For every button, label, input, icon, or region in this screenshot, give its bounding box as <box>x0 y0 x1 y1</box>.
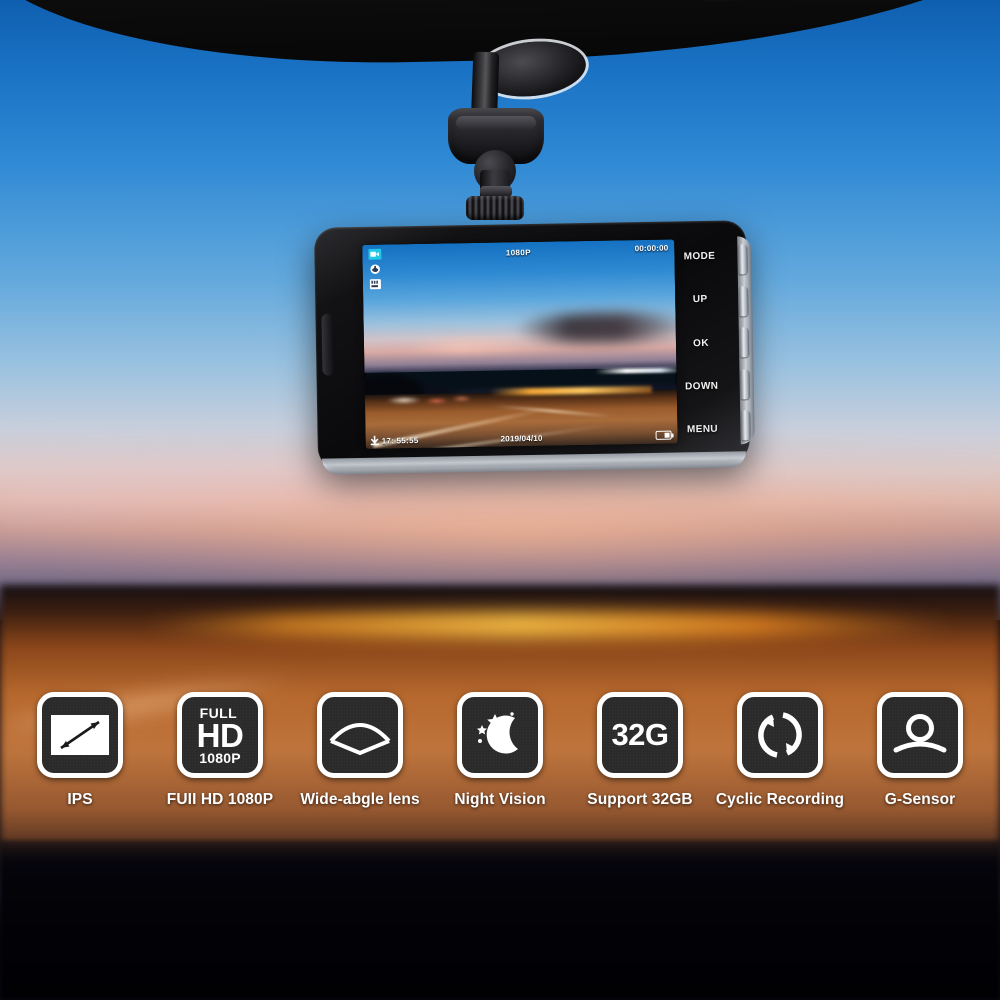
feature-night-vision: Night Vision <box>430 692 570 809</box>
full-hd-bottom-text: 1080P <box>199 749 241 766</box>
feature-full-hd: FULL HD 1080P FUII HD 1080P <box>150 692 290 809</box>
menu-button[interactable]: MENU <box>687 424 718 436</box>
dash-cam-device: 1080P 00:00:00 17: 55:55 2019/04/10 MODE… <box>313 220 755 475</box>
mode-button[interactable]: MODE <box>684 251 716 263</box>
thumb-screw <box>466 196 524 220</box>
side-key-up[interactable] <box>738 285 749 316</box>
lens-housing <box>321 313 335 376</box>
moon-stars-glyph <box>477 712 518 754</box>
g-sensor-icon <box>877 692 963 778</box>
feature-label-cyclic-recording: Cyclic Recording <box>715 791 845 808</box>
night-vision-icon <box>457 692 543 778</box>
feature-storage: 32G Support 32GB <box>570 692 710 809</box>
feature-label-full-hd: FUII HD 1080P <box>166 791 274 808</box>
side-key-down[interactable] <box>740 368 750 399</box>
dash-cam-screen[interactable]: 1080P 00:00:00 17: 55:55 2019/04/10 <box>362 239 678 449</box>
up-button[interactable]: UP <box>693 294 708 305</box>
feature-label-storage: Support 32GB <box>587 791 693 808</box>
button-label-column: MODE UP OK DOWN MENU <box>668 243 733 442</box>
side-key-menu[interactable] <box>741 410 751 441</box>
product-image-stage: 1080P 00:00:00 17: 55:55 2019/04/10 MODE… <box>0 0 1000 1000</box>
feature-label-wide-angle: Wide-abgle lens <box>300 791 420 808</box>
storage-icon: 32G <box>597 692 683 778</box>
ips-display-icon <box>37 692 123 778</box>
ips-display-glyph <box>51 715 109 755</box>
wide-angle-glyph <box>329 723 391 755</box>
feature-row: IPS FULL HD 1080P FUII HD 1080P Wide-abg… <box>0 692 1000 842</box>
feature-label-night-vision: Night Vision <box>454 791 546 808</box>
full-hd-icon: FULL HD 1080P <box>177 692 263 778</box>
cyclic-recording-icon <box>737 692 823 778</box>
side-key-mode[interactable] <box>738 244 748 275</box>
feature-cyclic-recording: Cyclic Recording <box>710 692 850 809</box>
full-hd-mid-text: HD <box>196 716 244 754</box>
g-sensor-glyph <box>893 714 947 753</box>
feature-label-ips: IPS <box>67 791 93 808</box>
background-dashboard <box>0 840 1000 1000</box>
feature-g-sensor: G-Sensor <box>850 692 990 809</box>
wide-angle-lens-icon <box>317 692 403 778</box>
storage-capacity-text: 32G <box>611 717 669 752</box>
ok-button[interactable]: OK <box>693 337 709 348</box>
side-key-ok[interactable] <box>739 327 750 358</box>
feature-label-g-sensor: G-Sensor <box>884 791 956 808</box>
down-button[interactable]: DOWN <box>685 381 718 393</box>
full-hd-text-stack: FULL HD 1080P <box>197 706 244 765</box>
suction-cup-mount <box>436 36 589 226</box>
cycle-arrows-glyph <box>758 712 802 758</box>
feature-wide-angle: Wide-abgle lens <box>290 692 430 809</box>
screen-oncoming-lights <box>382 392 480 407</box>
feature-ips: IPS <box>10 692 150 809</box>
